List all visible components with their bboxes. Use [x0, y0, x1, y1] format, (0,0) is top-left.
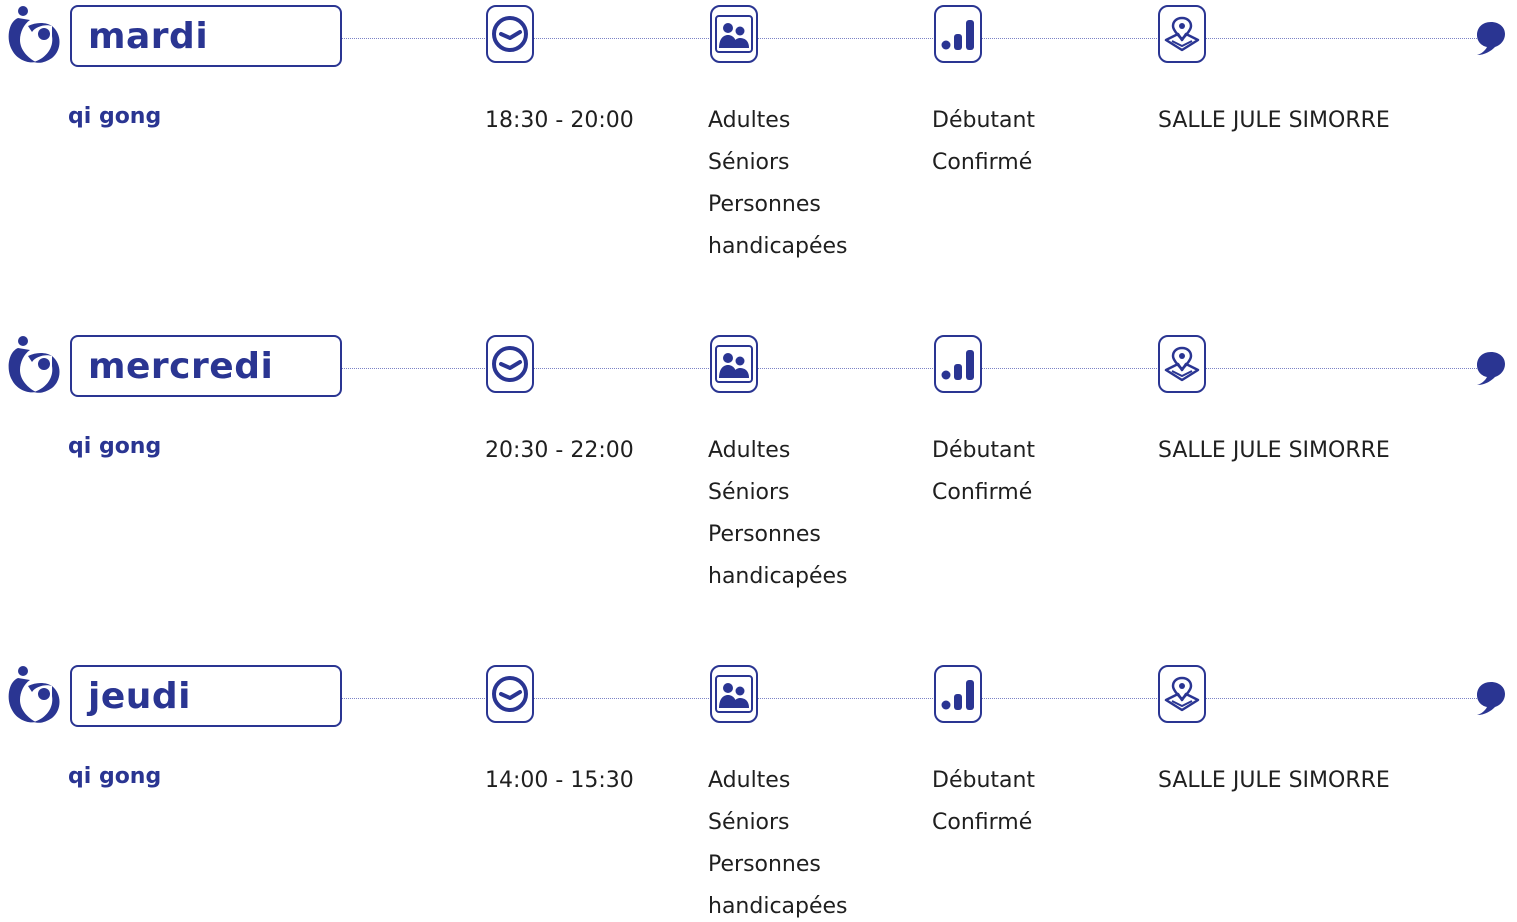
time-range: 20:30 - 22:00 — [485, 438, 634, 463]
day-label: mardi — [88, 15, 209, 57]
signal-bars-icon — [934, 335, 982, 393]
public-item: handicapées — [708, 234, 848, 259]
people-icon — [710, 335, 758, 393]
level-item: Débutant — [932, 108, 1036, 133]
place-column: SALLE JULE SIMORRE — [1158, 100, 1390, 142]
day-header: mercredi — [70, 335, 342, 397]
public-item: Séniors — [708, 150, 790, 175]
session-row: mardi qi gong 18:30 - 20:00 Adultes Séni… — [0, 0, 1517, 330]
map-pin-icon — [1158, 335, 1206, 393]
public-column: Adultes Séniors Personnes handicapées — [708, 760, 848, 922]
public-item: Séniors — [708, 480, 790, 505]
level-item: Débutant — [932, 768, 1036, 793]
place-name: SALLE JULE SIMORRE — [1158, 768, 1390, 793]
public-item: Personnes — [708, 852, 821, 877]
public-item: Adultes — [708, 768, 791, 793]
signal-bars-icon — [934, 665, 982, 723]
place-name: SALLE JULE SIMORRE — [1158, 108, 1390, 133]
public-item: Séniors — [708, 810, 790, 835]
public-item: handicapées — [708, 894, 848, 919]
activity-name: qi gong — [68, 104, 162, 129]
place-column: SALLE JULE SIMORRE — [1158, 760, 1390, 802]
public-column: Adultes Séniors Personnes handicapées — [708, 430, 848, 598]
people-circle-logo — [8, 6, 60, 63]
level-item: Débutant — [932, 438, 1036, 463]
public-item: handicapées — [708, 564, 848, 589]
level-item: Confirmé — [932, 480, 1033, 505]
time-range: 14:00 - 15:30 — [485, 768, 634, 793]
day-label: mercredi — [88, 345, 274, 387]
level-item: Confirmé — [932, 810, 1033, 835]
time-column: 18:30 - 20:00 — [485, 100, 634, 142]
level-column: Débutant Confirmé — [932, 430, 1035, 514]
people-circle-logo — [8, 666, 60, 723]
place-column: SALLE JULE SIMORRE — [1158, 430, 1390, 472]
level-column: Débutant Confirmé — [932, 760, 1035, 844]
day-label: jeudi — [88, 675, 191, 717]
map-pin-icon — [1158, 5, 1206, 63]
time-column: 20:30 - 22:00 — [485, 430, 634, 472]
activity-name: qi gong — [68, 434, 162, 459]
level-column: Débutant Confirmé — [932, 100, 1035, 184]
clock-icon — [486, 665, 534, 723]
public-item: Personnes — [708, 192, 821, 217]
signal-bars-icon — [934, 5, 982, 63]
level-item: Confirmé — [932, 150, 1033, 175]
people-icon — [710, 5, 758, 63]
day-header: mardi — [70, 5, 342, 67]
speech-bubble-icon[interactable] — [1475, 350, 1507, 386]
time-column: 14:00 - 15:30 — [485, 760, 634, 802]
time-range: 18:30 - 20:00 — [485, 108, 634, 133]
map-pin-icon — [1158, 665, 1206, 723]
people-circle-logo — [8, 336, 60, 393]
activity-name: qi gong — [68, 764, 162, 789]
public-item: Personnes — [708, 522, 821, 547]
clock-icon — [486, 335, 534, 393]
session-row: mercredi qi gong 20:30 - 22:00 Adultes S… — [0, 330, 1517, 660]
session-row: jeudi qi gong 14:00 - 15:30 Adultes Séni… — [0, 660, 1517, 922]
clock-icon — [486, 5, 534, 63]
day-header: jeudi — [70, 665, 342, 727]
public-item: Adultes — [708, 438, 791, 463]
place-name: SALLE JULE SIMORRE — [1158, 438, 1390, 463]
people-icon — [710, 665, 758, 723]
speech-bubble-icon[interactable] — [1475, 20, 1507, 56]
speech-bubble-icon[interactable] — [1475, 680, 1507, 716]
public-column: Adultes Séniors Personnes handicapées — [708, 100, 848, 268]
public-item: Adultes — [708, 108, 791, 133]
